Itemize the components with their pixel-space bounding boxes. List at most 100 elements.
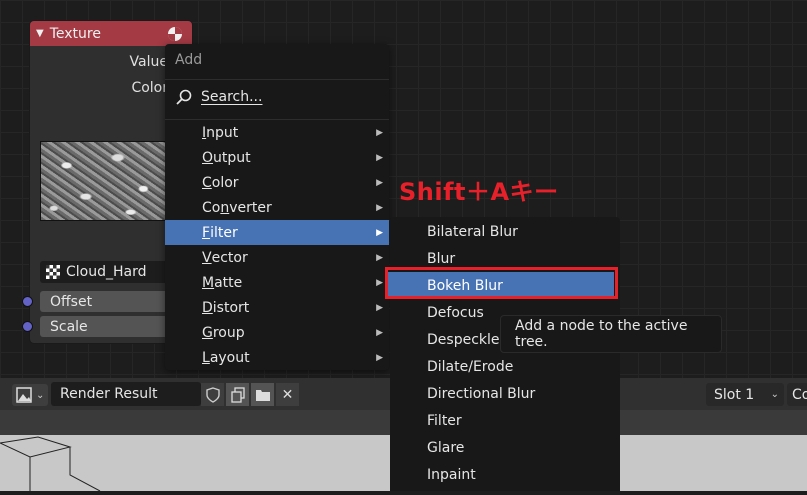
open-image-button[interactable]	[251, 383, 274, 406]
submenu-item-label: Defocus	[427, 304, 484, 321]
menu-item-label: ector	[211, 249, 248, 266]
tooltip-text: Add a node to the active tree.	[515, 318, 688, 350]
collapse-triangle-icon[interactable]: ▼	[36, 28, 44, 39]
cut-off-label: Co	[792, 386, 807, 403]
menu-item-accel: n	[220, 199, 230, 216]
scale-label: Scale	[50, 318, 88, 335]
menu-item-group[interactable]: Group ▶	[165, 320, 389, 345]
menu-item-label: olor	[211, 174, 239, 191]
editor-type-button[interactable]: ⌄	[12, 384, 48, 406]
submenu-item-dilate-erode[interactable]: Dilate/Erode	[390, 353, 620, 380]
chevron-down-icon: ⌄	[36, 389, 45, 401]
highlight-box	[385, 267, 618, 299]
submenu-item-label: Directional Blur	[427, 385, 536, 402]
menu-title: Add	[175, 52, 203, 68]
submenu-arrow-icon: ▶	[376, 327, 383, 338]
submenu-item-label: Inpaint	[427, 466, 476, 483]
submenu-item-label: Bilateral Blur	[427, 223, 518, 240]
filter-submenu: Bilateral Blur Blur Bokeh Blur Defocus D…	[388, 217, 620, 491]
menu-item-label: ayout	[209, 349, 250, 366]
output-value-label: Value	[129, 54, 168, 70]
menu-item-accel: G	[202, 324, 213, 341]
cube-wireframe	[0, 436, 101, 492]
submenu-item-label: Glare	[427, 439, 465, 456]
menu-search[interactable]: Search...	[175, 88, 262, 106]
menu-item-label: verter	[229, 199, 272, 216]
submenu-arrow-icon: ▶	[376, 227, 383, 238]
menu-item-accel: D	[202, 299, 213, 316]
render-preview-left	[0, 435, 390, 492]
search-icon	[176, 89, 192, 105]
menu-item-matte[interactable]: Matte ▶	[165, 270, 389, 295]
chevron-down-icon: ⌄	[770, 389, 779, 400]
fake-user-button[interactable]	[201, 383, 224, 406]
node-title: Texture	[49, 25, 101, 42]
menu-item-label: Co	[202, 199, 221, 216]
submenu-item-label: Despeckle	[427, 331, 500, 348]
submenu-arrow-icon: ▶	[376, 127, 383, 138]
menu-item-accel: L	[202, 349, 210, 366]
menu-item-label: ilter	[210, 224, 238, 241]
submenu-arrow-icon: ▶	[376, 302, 383, 313]
duplicate-icon	[230, 386, 245, 403]
submenu-arrow-icon: ▶	[376, 152, 383, 163]
menu-item-accel: V	[202, 249, 212, 266]
submenu-item-label: Filter	[427, 412, 462, 429]
add-menu: Add Search... Input ▶ Output ▶ Color ▶ C…	[165, 44, 389, 370]
menu-item-accel: C	[202, 174, 212, 191]
menu-item-accel: O	[202, 149, 214, 166]
image-name: Render Result	[60, 386, 158, 402]
image-name-field[interactable]: Render Result	[51, 382, 201, 406]
close-icon: ✕	[281, 386, 294, 403]
submenu-item-label: Blur	[427, 250, 456, 267]
menu-item-label: roup	[212, 324, 245, 341]
menu-item-filter[interactable]: Filter ▶	[165, 220, 389, 245]
folder-icon	[255, 389, 270, 401]
menu-item-label: atte	[214, 274, 243, 291]
offset-label: Offset	[50, 293, 93, 310]
menu-item-layout[interactable]: Layout ▶	[165, 345, 389, 370]
submenu-arrow-icon: ▶	[376, 277, 383, 288]
new-image-button[interactable]	[226, 383, 249, 406]
output-color-label: Color	[131, 80, 168, 96]
submenu-arrow-icon: ▶	[376, 202, 383, 213]
menu-item-vector[interactable]: Vector ▶	[165, 245, 389, 270]
unlink-image-button[interactable]: ✕	[276, 383, 299, 406]
submenu-arrow-icon: ▶	[376, 177, 383, 188]
node-header[interactable]: ▼ Texture	[30, 21, 192, 46]
cut-off-dropdown[interactable]: Co	[787, 383, 807, 406]
menu-item-input[interactable]: Input ▶	[165, 120, 389, 145]
menu-item-accel: F	[202, 224, 211, 241]
menu-item-color[interactable]: Color ▶	[165, 170, 389, 195]
scale-input-socket[interactable]	[22, 321, 33, 332]
menu-item-label: istort	[212, 299, 250, 316]
submenu-item-glare[interactable]: Glare	[390, 434, 620, 461]
texture-type-icon	[168, 27, 182, 41]
offset-input-socket[interactable]	[22, 296, 33, 307]
shortcut-annotation: Shift＋Aキー	[399, 178, 559, 206]
menu-item-accel: M	[202, 274, 215, 291]
menu-item-output[interactable]: Output ▶	[165, 145, 389, 170]
submenu-arrow-icon: ▶	[376, 352, 383, 363]
menu-item-label: utput	[213, 149, 251, 166]
shield-icon	[205, 386, 220, 403]
tooltip: Add a node to the active tree.	[500, 315, 722, 353]
menu-divider	[165, 79, 389, 80]
submenu-item-inpaint[interactable]: Inpaint	[390, 461, 620, 488]
slot-dropdown[interactable]: Slot 1 ⌄	[706, 383, 784, 406]
menu-item-label: nput	[206, 124, 239, 141]
render-preview-right	[620, 435, 807, 491]
texture-preview	[40, 141, 170, 221]
texture-checker-icon	[46, 265, 60, 279]
submenu-item-bilateral-blur[interactable]: Bilateral Blur	[390, 218, 620, 245]
search-label: Search...	[201, 89, 263, 105]
submenu-arrow-icon: ▶	[376, 252, 383, 263]
submenu-item-filter[interactable]: Filter	[390, 407, 620, 434]
slot-label: Slot 1	[714, 386, 755, 403]
texture-name: Cloud_Hard	[66, 264, 147, 280]
submenu-item-label: Dilate/Erode	[427, 358, 514, 375]
menu-item-converter[interactable]: Co n verter ▶	[165, 195, 389, 220]
menu-item-distort[interactable]: Distort ▶	[165, 295, 389, 320]
submenu-item-directional-blur[interactable]: Directional Blur	[390, 380, 620, 407]
image-editor-icon	[16, 387, 32, 403]
